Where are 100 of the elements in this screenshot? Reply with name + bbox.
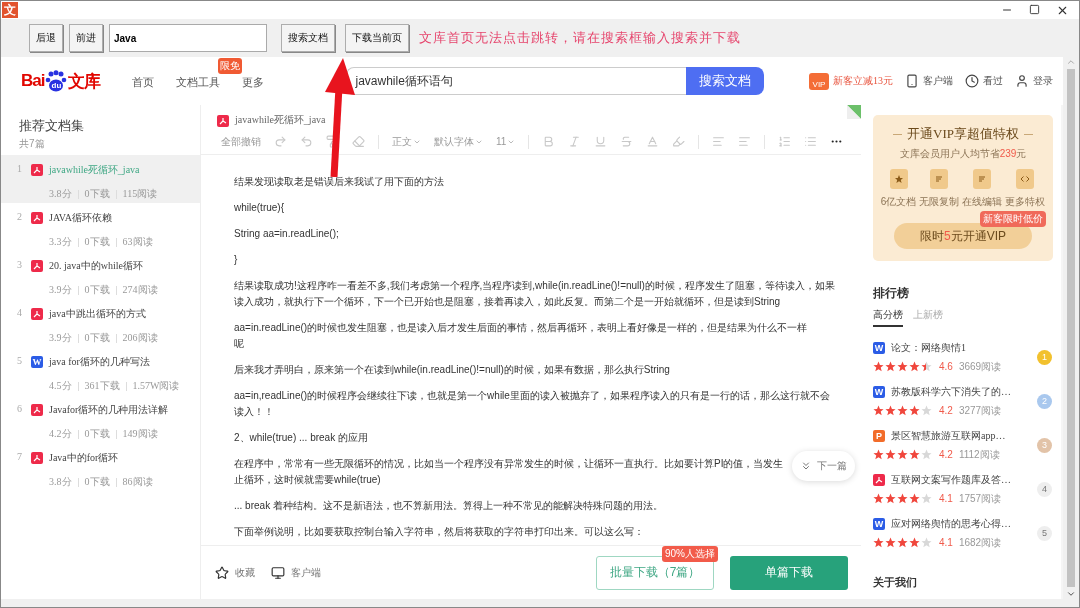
lineheight-icon[interactable] xyxy=(738,135,752,148)
feature-icon xyxy=(973,169,992,189)
file-icon: W xyxy=(873,342,885,354)
item-number: 6 xyxy=(17,403,23,416)
file-icon: W xyxy=(873,386,885,398)
paragraph: 后来我才弄明白，原来第一个在读到while(in.readLine()!=null)的时候，如果有数据，那么执行String xyxy=(234,363,670,377)
vip-title: 开通VIP享超值特权 xyxy=(907,125,1019,143)
color-icon[interactable] xyxy=(646,135,660,148)
download-button[interactable]: 下载当前页 xyxy=(345,24,409,52)
favorite-link[interactable]: 收藏 xyxy=(215,565,255,580)
paragraph: String aa=in.readLine(); xyxy=(234,227,339,241)
olist-icon[interactable] xyxy=(778,135,792,148)
ranking-doc-title[interactable]: 应对网络舆情的思考心得… xyxy=(891,516,1011,531)
paragraph: ... break 着种结构。这不是新语法，也不算新用法。算得上一种不常见的能解决特殊问题的用法。 xyxy=(234,499,663,513)
double-chevron-icon xyxy=(800,460,812,472)
strike-icon[interactable] xyxy=(620,135,634,148)
ranking-doc-title[interactable]: 互联网文案写作题库及答… xyxy=(891,472,1011,487)
logo-text: 文库 xyxy=(68,70,101,93)
search-field[interactable]: javawhile循环语句 xyxy=(346,67,687,95)
monitor-icon xyxy=(271,565,285,580)
vip-subtitle: 文库会员用户人均节省239元 xyxy=(899,147,1027,161)
paragraph: while(true){ xyxy=(234,201,285,215)
feature-label: 更多特权 xyxy=(1005,195,1046,209)
rank-badge: 3 xyxy=(1037,437,1052,453)
client-link[interactable]: 客户端 xyxy=(271,565,321,580)
file-icon: W xyxy=(31,356,43,368)
clock-icon xyxy=(965,74,979,88)
nav-badge: 限免 xyxy=(218,58,243,74)
read-count: 1112阅读 xyxy=(958,447,1000,462)
paw-logo: du xyxy=(45,70,68,92)
feature-label: 在线编辑 xyxy=(962,195,1003,209)
file-icon xyxy=(31,452,43,464)
feature-icon xyxy=(930,169,949,189)
search-button[interactable]: 搜索文档 xyxy=(686,67,765,95)
italic-icon[interactable] xyxy=(568,135,582,148)
header-link[interactable]: 看过 xyxy=(983,74,1003,88)
maximize-icon[interactable] xyxy=(1029,3,1040,15)
doc-downloads: 0下载 xyxy=(84,187,110,201)
logo-text: Bai xyxy=(21,71,45,91)
scroll-up-icon[interactable] xyxy=(1066,57,1076,67)
ulist-icon[interactable] xyxy=(804,135,818,148)
feature-label: 6亿文档 xyxy=(880,195,917,209)
file-icon xyxy=(31,164,43,176)
item-number: 7 xyxy=(17,451,23,464)
ranking-doc-title[interactable]: 景区智慧旅游互联网app… xyxy=(891,428,1006,443)
rating-value: 4.2 xyxy=(939,405,953,416)
read-count: 1682阅读 xyxy=(958,535,1002,550)
doc-downloads: 0下载 xyxy=(84,283,110,297)
next-doc-button[interactable]: 下一篇 xyxy=(792,451,855,481)
back-button[interactable]: 后退 xyxy=(29,24,63,52)
offer-badge: 新客限时低价 xyxy=(980,211,1046,227)
align-icon[interactable] xyxy=(712,135,726,148)
file-icon xyxy=(31,404,43,416)
undo-icon[interactable] xyxy=(300,135,313,148)
read-count: 3277阅读 xyxy=(958,403,1002,418)
item-number: 1 xyxy=(17,163,23,176)
doc-reads: 149阅读 xyxy=(122,427,158,441)
header-link[interactable]: 客户端 xyxy=(923,74,953,88)
nav-link[interactable]: 文档工具 xyxy=(176,76,221,88)
doc-reads: 1.57W阅读 xyxy=(132,379,180,393)
doc-score: 3.8分 xyxy=(49,187,72,201)
ranking-doc-title[interactable]: 论文：网络舆情1 xyxy=(891,340,966,355)
doc-score: 3.9分 xyxy=(49,331,72,345)
forward-button[interactable]: 前进 xyxy=(69,24,103,52)
read-count: 3669阅读 xyxy=(958,359,1002,374)
doc-title: 20. java中的while循环 xyxy=(49,259,144,273)
doc-title: Javafor循环的几种用法详解 xyxy=(49,403,170,417)
item-number: 5 xyxy=(17,355,23,368)
underline-icon[interactable] xyxy=(594,135,608,148)
scroll-down-icon[interactable] xyxy=(1066,589,1076,599)
highlight-icon[interactable] xyxy=(672,135,686,148)
ranking-doc-title[interactable]: 苏教版科学六下消失了的… xyxy=(891,384,1011,399)
rating-value: 4.2 xyxy=(939,449,953,460)
paragraph: 下面举例说明，比如要获取控制台输入字符串，然后将获取的字符串打印出来。可以这么写： xyxy=(234,525,644,539)
ranking-tab[interactable]: 高分榜 xyxy=(873,308,903,327)
user-icon xyxy=(1015,74,1029,88)
doc-title: Java中的for循环 xyxy=(49,451,120,465)
nav-link[interactable]: 更多 xyxy=(242,76,265,88)
doc-downloads: 361下载 xyxy=(84,379,120,393)
url-field[interactable]: Java xyxy=(109,24,267,52)
header-link[interactable]: 登录 xyxy=(1033,74,1053,88)
nav-link[interactable]: 首页 xyxy=(132,76,155,88)
bold-icon[interactable] xyxy=(542,135,556,148)
rating-value: 4.6 xyxy=(939,361,953,372)
file-icon xyxy=(31,260,43,272)
doc-title: javawhile死循环_java xyxy=(49,163,141,177)
doc-score: 3.8分 xyxy=(49,475,72,489)
read-count: 1757阅读 xyxy=(958,491,1002,506)
doc-score: 3.9分 xyxy=(49,283,72,297)
rating-value: 4.1 xyxy=(939,493,953,504)
header-link[interactable]: 新客立减13元 xyxy=(833,74,893,88)
search-button[interactable]: 搜索文档 xyxy=(281,24,335,52)
vip-button[interactable]: 限时5元开通VIP xyxy=(894,223,1032,249)
doc-score: 3.3分 xyxy=(49,235,72,249)
doc-title: java中跳出循环的方式 xyxy=(49,307,147,321)
doc-downloads: 0下载 xyxy=(84,475,110,489)
eraser-icon[interactable] xyxy=(352,135,365,148)
doc-score: 4.2分 xyxy=(49,427,72,441)
redo-icon[interactable] xyxy=(274,135,287,148)
doc-reads: 115阅读 xyxy=(122,187,158,201)
